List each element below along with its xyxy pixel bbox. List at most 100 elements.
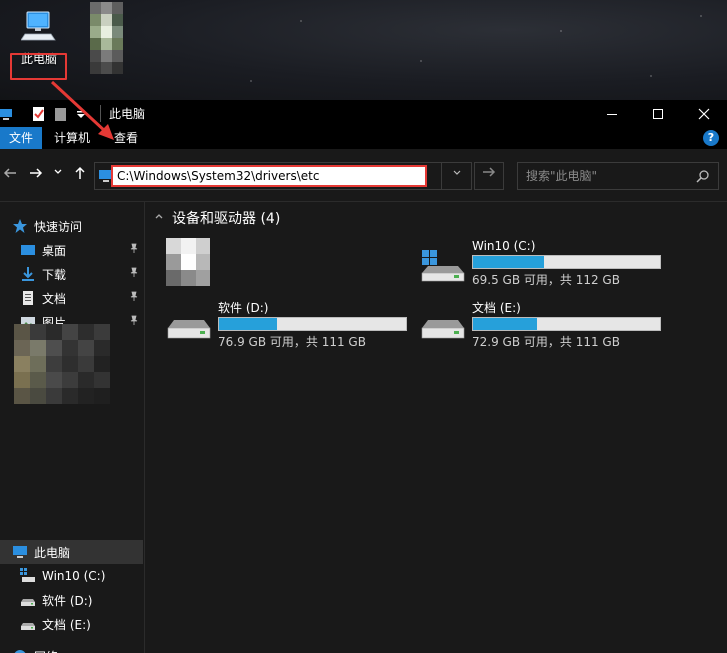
pin-icon[interactable] — [129, 291, 139, 304]
address-bar[interactable] — [94, 162, 472, 190]
up-button[interactable] — [70, 165, 90, 185]
drive-name: Win10 (C:) — [472, 239, 536, 253]
computer-icon — [12, 544, 28, 560]
blurred-desktop-icon — [90, 2, 134, 74]
navigation-bar — [0, 149, 727, 202]
group-header[interactable]: 设备和驱动器 (4) — [154, 208, 280, 228]
blurred-sidebar-items — [14, 324, 122, 414]
annotation-box — [10, 53, 67, 80]
chevron-down-icon — [54, 169, 62, 174]
pin-icon[interactable] — [129, 267, 139, 280]
maximize-button[interactable] — [635, 100, 681, 127]
chevron-up-icon — [154, 212, 164, 225]
sidebar-item-label: 桌面 — [42, 243, 67, 258]
document-folder-icon — [20, 290, 36, 306]
window-pc-icon[interactable] — [0, 107, 14, 121]
close-button[interactable] — [681, 100, 727, 127]
star — [560, 30, 562, 32]
sidebar-item-drive-c[interactable]: Win10 (C:) — [0, 564, 143, 588]
file-list-pane: 设备和驱动器 (4) Win10 (C:) 69.5 GB 可用，共 112 G… — [146, 202, 727, 653]
go-button[interactable] — [474, 162, 504, 190]
pin-icon[interactable] — [129, 243, 139, 256]
star — [700, 15, 702, 17]
drive-icon — [20, 616, 36, 632]
star — [420, 60, 422, 62]
sidebar-item-label: Win10 (C:) — [42, 569, 106, 583]
sidebar-item-quick-access[interactable]: 快速访问 — [0, 214, 143, 238]
drive-usage-bar — [472, 255, 661, 269]
os-drive-icon — [420, 250, 466, 282]
up-arrow-icon — [75, 166, 85, 179]
drive-name: 软件 (D:) — [218, 301, 269, 315]
tab-view[interactable]: 查看 — [102, 127, 150, 149]
drive-usage-bar — [472, 317, 661, 331]
sidebar-item-label: 快速访问 — [34, 219, 83, 234]
content-area: 快速访问 桌面 下载 文档 图片 此电脑 Win10 (C:) 软件 (D:) … — [0, 202, 727, 653]
desktop-background: 此电脑 — [0, 0, 727, 100]
drive-space-info: 76.9 GB 可用，共 111 GB — [218, 335, 366, 349]
quick-access-toolbar: 此电脑 — [0, 100, 145, 127]
go-arrow-icon — [483, 167, 496, 177]
drive-usage-fill — [219, 318, 277, 330]
sidebar-item-label: 软件 (D:) — [42, 593, 93, 608]
drive-icon — [420, 312, 466, 344]
window-title: 此电脑 — [100, 105, 145, 122]
address-dropdown-button[interactable] — [441, 163, 471, 189]
title-bar: 此电脑 — [0, 100, 727, 127]
forward-button[interactable] — [26, 165, 46, 185]
tab-file[interactable]: 文件 — [0, 127, 42, 149]
star — [250, 80, 252, 82]
search-input[interactable] — [518, 163, 688, 189]
sidebar-item-label: 网络 — [34, 648, 58, 653]
sidebar-item-drive-d[interactable]: 软件 (D:) — [0, 588, 143, 612]
sidebar-item-label: 文档 (E:) — [42, 617, 91, 632]
sidebar-item-label: 文档 — [42, 291, 67, 306]
sidebar-item-label: 此电脑 — [34, 545, 71, 560]
recent-locations-button[interactable] — [48, 165, 68, 185]
drive-space-info: 69.5 GB 可用，共 112 GB — [472, 273, 620, 287]
drive-tile-d[interactable]: 软件 (D:) 76.9 GB 可用，共 111 GB — [166, 300, 416, 352]
pin-icon[interactable] — [129, 315, 139, 328]
window-controls — [589, 100, 727, 127]
desktop-folder-icon — [20, 242, 36, 258]
group-title: 设备和驱动器 (4) — [172, 211, 281, 227]
sidebar-item-label: 下载 — [42, 267, 67, 282]
search-box[interactable] — [517, 162, 719, 190]
star — [300, 20, 302, 22]
ribbon-tabs: 文件 计算机 查看 ? — [0, 127, 727, 149]
minimize-button[interactable] — [589, 100, 635, 127]
drive-icon — [166, 312, 212, 344]
chevron-down-icon — [453, 170, 460, 175]
customize-toolbar-icon[interactable] — [76, 107, 86, 121]
drive-tile-c[interactable]: Win10 (C:) 69.5 GB 可用，共 112 GB — [420, 238, 670, 290]
blurred-drive-icon — [166, 238, 210, 286]
star — [650, 75, 652, 77]
drive-tile-e[interactable]: 文档 (E:) 72.9 GB 可用，共 111 GB — [420, 300, 670, 352]
navigation-pane: 快速访问 桌面 下载 文档 图片 此电脑 Win10 (C:) 软件 (D:) … — [0, 202, 145, 653]
explorer-window: 此电脑 文件 计算机 查看 ? C:\Windows\System32\driv… — [0, 100, 727, 653]
address-input[interactable] — [111, 165, 427, 187]
sidebar-item-documents[interactable]: 文档 — [0, 286, 143, 310]
drive-usage-fill — [473, 256, 545, 268]
sidebar-item-this-pc[interactable]: 此电脑 — [0, 540, 143, 564]
sidebar-item-desktop[interactable]: 桌面 — [0, 238, 143, 262]
download-folder-icon — [20, 266, 36, 282]
sidebar-item-network[interactable]: 网络 — [0, 644, 143, 653]
help-icon[interactable]: ? — [703, 130, 719, 146]
properties-icon[interactable] — [32, 106, 46, 121]
back-arrow-icon — [3, 168, 16, 178]
drive-space-info: 72.9 GB 可用，共 111 GB — [472, 335, 620, 349]
computer-icon — [20, 10, 57, 41]
drive-usage-fill — [473, 318, 537, 330]
forward-arrow-icon — [30, 168, 43, 178]
sidebar-item-drive-e[interactable]: 文档 (E:) — [0, 612, 143, 636]
tab-computer[interactable]: 计算机 — [42, 127, 102, 149]
sidebar-item-downloads[interactable]: 下载 — [0, 262, 143, 286]
back-button[interactable] — [0, 165, 20, 185]
star-icon — [12, 218, 28, 234]
os-drive-icon — [20, 568, 36, 584]
new-folder-icon[interactable] — [54, 107, 68, 121]
network-icon — [12, 648, 28, 653]
drive-usage-bar — [218, 317, 407, 331]
search-icon[interactable] — [696, 169, 710, 183]
